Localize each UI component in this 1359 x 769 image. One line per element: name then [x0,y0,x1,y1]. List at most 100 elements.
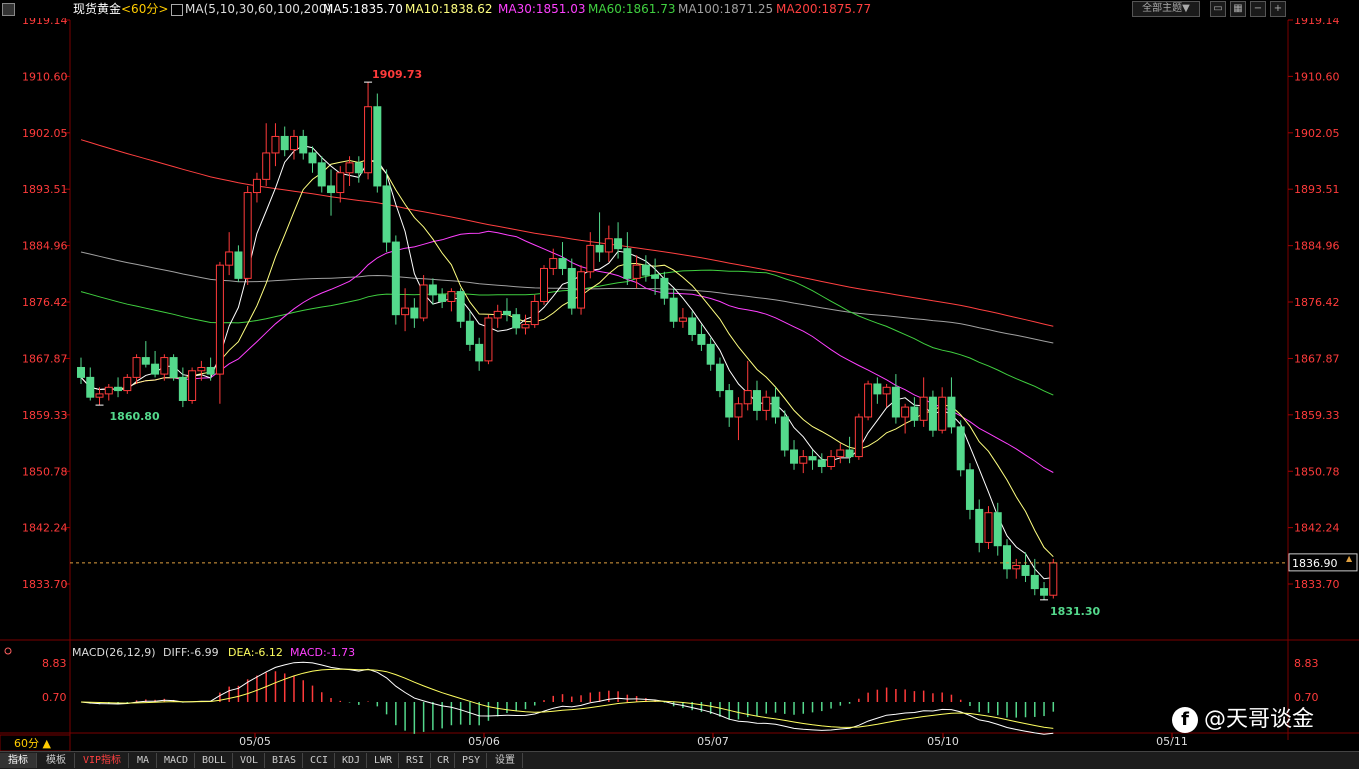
candle [567,258,576,315]
candle-body [95,393,104,398]
window-restore-icon[interactable]: ▭ [1210,1,1226,17]
tab-13[interactable]: PSY [456,753,487,768]
candle [188,367,197,404]
price-label-left: 1842.24 [22,522,68,535]
candle-body [595,244,604,253]
candle-body [243,192,252,279]
tab-7[interactable]: BIAS [266,753,303,768]
candle [317,156,326,193]
zoom-in-icon[interactable]: + [1270,1,1286,17]
candle [262,123,271,186]
candle-body [891,386,900,418]
tab-8[interactable]: CCI [304,753,335,768]
macd-axis-top-left: 8.83 [42,657,67,670]
candle [86,367,95,401]
candle-body [623,248,632,279]
candle-body [715,363,724,392]
tab-1[interactable]: 模板 [38,753,75,768]
candle-body [901,406,910,418]
macd-dea-line [80,668,1054,729]
candle [864,380,873,421]
candle-body [586,244,595,273]
candle-body [252,178,261,194]
candle [1040,582,1049,600]
candle [669,288,678,328]
theme-dropdown[interactable]: 全部主题▼ [1132,1,1200,17]
tab-3[interactable]: MA [130,753,157,768]
tab-10[interactable]: LWR [368,753,399,768]
candle-body [382,185,391,243]
candle-body [993,512,1002,547]
price-label-right: 1910.60 [1294,70,1340,83]
candle [280,126,289,157]
candle-body [447,291,456,302]
candle-body [1003,545,1011,570]
period-label[interactable]: <60分> [121,0,168,18]
candle-body [956,426,965,471]
candle [965,463,974,520]
candle [762,390,771,421]
candle [938,387,947,434]
tab-4[interactable]: MACD [158,753,195,768]
tab-6[interactable]: VOL [234,753,265,768]
macd-axis-zero-right: 0.70 [1294,691,1319,704]
candle-body [364,106,373,174]
candle [919,377,928,427]
candle-body [410,307,419,319]
candle-body [438,294,447,302]
candle-body [734,403,743,418]
candle-body [271,135,280,154]
candle-body [419,284,428,319]
tab-0[interactable]: 指标 [0,753,37,768]
tab-14[interactable]: 设置 [488,753,523,768]
candle-body [401,307,410,316]
candle-body [289,135,298,151]
candle [1049,558,1058,599]
candle [215,261,224,404]
candle-body [512,314,521,329]
price-label-right: 1833.70 [1294,578,1340,591]
date-label: 05/10 [927,735,959,748]
candle [882,383,891,408]
candle-body [641,264,650,276]
tab-11[interactable]: RSI [400,753,431,768]
price-up-arrow-icon: ▲ [1346,554,1353,563]
high-label: 1909.73 [372,68,422,81]
candle-body [215,264,224,375]
tab-9[interactable]: KDJ [336,753,367,768]
candle [956,420,965,477]
tab-2[interactable]: VIP指标 [76,753,129,768]
candle-body [475,343,484,362]
zoom-out-icon[interactable]: − [1250,1,1266,17]
price-label-left: 1876.42 [22,296,68,309]
ma200-line [80,139,1054,327]
macd-settings-icon[interactable] [4,647,12,655]
candle [641,255,650,282]
price-label-left: 1850.78 [22,465,68,478]
candle-body [141,357,150,365]
ma-settings-icon[interactable] [171,4,183,16]
candle [678,308,687,328]
price-label-right: 1902.05 [1294,127,1340,140]
candle [1012,558,1021,579]
candle [947,377,956,434]
tab-12[interactable]: CR [432,753,455,768]
candle [540,265,548,305]
date-label: 05/07 [697,735,729,748]
ma200-value: MA200:1875.77 [776,2,872,16]
candle [1003,539,1011,579]
candle [901,403,910,434]
price-label-right: 1859.33 [1294,409,1340,422]
candle [225,232,234,276]
window-layout-icon[interactable]: ▦ [1230,1,1246,17]
candle-body [688,317,697,335]
candle [614,222,623,259]
low-right-label: 1831.30 [1050,605,1100,618]
tab-5[interactable]: BOLL [196,753,233,768]
menu-icon[interactable] [2,3,15,16]
candle [299,129,308,160]
candle [364,82,373,180]
candle-body [558,258,567,269]
chart-canvas[interactable]: 1919.14 1919.141910.60 1910.601902.05 1902.… [0,0,1359,768]
candle-body [614,238,623,250]
